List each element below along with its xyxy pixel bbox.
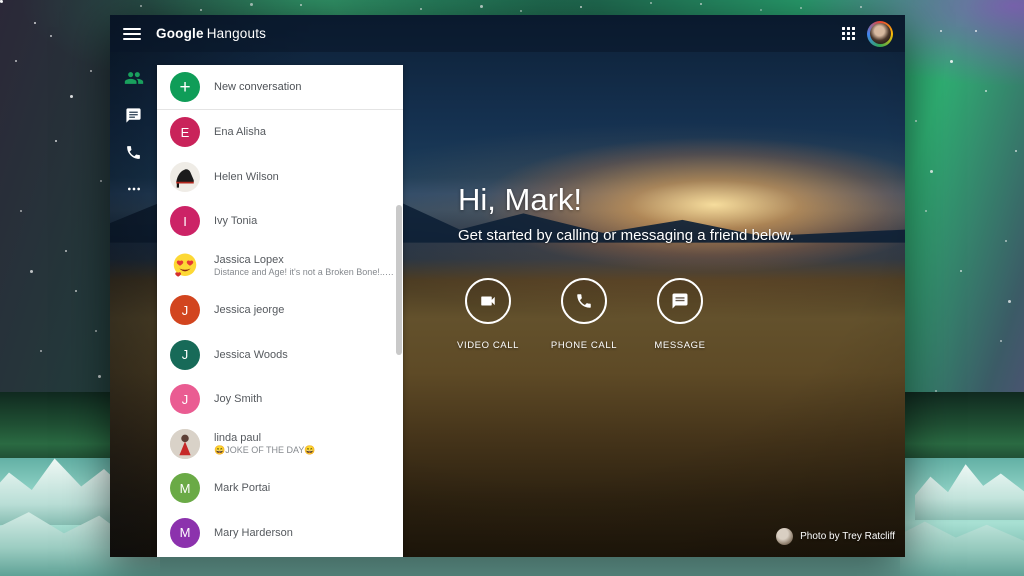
message-label: MESSAGE xyxy=(654,340,705,351)
avatar-initial: I xyxy=(183,214,187,229)
stars xyxy=(0,0,3,3)
avatar: J xyxy=(170,384,200,414)
conversation-item[interactable]: E Ena Alisha xyxy=(157,110,403,155)
app-title-brand: Google xyxy=(156,26,204,41)
new-conversation-label: New conversation xyxy=(214,81,301,93)
high-heel-shoe-icon xyxy=(170,162,200,192)
conversation-list-panel: + New conversation E Ena Alisha Helen Wi… xyxy=(157,65,403,557)
avatar xyxy=(170,162,200,192)
contact-name: Jessica Woods xyxy=(214,349,288,361)
avatar-photo xyxy=(870,23,891,44)
new-conversation-button[interactable]: + New conversation xyxy=(157,65,403,110)
contact-name: Jessica jeorge xyxy=(214,304,284,316)
hangouts-window: GoogleHangouts + New con xyxy=(110,15,905,557)
hamburger-menu-icon[interactable] xyxy=(123,28,141,40)
phone-icon[interactable] xyxy=(122,140,146,164)
greeting-subtitle: Get started by calling or messaging a fr… xyxy=(458,227,794,244)
video-call-label: VIDEO CALL xyxy=(457,340,519,351)
conversation-item[interactable]: M Mark Portai xyxy=(157,466,403,511)
conversation-item[interactable]: J Joy Smith xyxy=(157,377,403,422)
contact-name: Ivy Tonia xyxy=(214,215,257,227)
contact-name: Jassica Lopex xyxy=(214,254,403,266)
avatar: M xyxy=(170,518,200,548)
avatar-initial: M xyxy=(180,481,191,496)
contact-name: Mark Portai xyxy=(214,482,270,494)
avatar-initial: J xyxy=(182,303,189,318)
avatar-initial: M xyxy=(180,525,191,540)
avatar: J xyxy=(170,340,200,370)
avatar-initial: J xyxy=(182,347,189,362)
avatar: E xyxy=(170,117,200,147)
contact-snippet: Distance and Age! it's not a Broken Bone… xyxy=(214,267,403,278)
avatar: J xyxy=(170,295,200,325)
phone-call-icon xyxy=(575,292,593,310)
app-title-product: Hangouts xyxy=(207,26,266,41)
contact-name: Joy Smith xyxy=(214,393,262,405)
chat-icon[interactable] xyxy=(122,103,146,127)
quick-actions: VIDEO CALL PHONE CALL MESSAGE xyxy=(458,278,710,351)
contact-name: Mary Harderson xyxy=(214,527,293,539)
phone-call-button[interactable]: PHONE CALL xyxy=(554,278,614,351)
conversation-item[interactable]: I Ivy Tonia xyxy=(157,199,403,244)
video-call-button[interactable]: VIDEO CALL xyxy=(458,278,518,351)
top-app-bar: GoogleHangouts xyxy=(110,15,905,52)
video-call-icon xyxy=(479,292,497,310)
contact-name: Ena Alisha xyxy=(214,126,266,138)
woman-in-red-photo xyxy=(170,429,200,459)
desktop-background: GoogleHangouts + New con xyxy=(0,0,1024,576)
contact-name: Helen Wilson xyxy=(214,171,279,183)
conversation-item[interactable]: M Mary Harderson xyxy=(157,511,403,556)
conversation-item[interactable]: Jassica LopexDistance and Age! it's not … xyxy=(157,244,403,289)
conversation-item[interactable]: Helen Wilson xyxy=(157,155,403,200)
contact-snippet: 😄JOKE OF THE DAY😄 xyxy=(214,445,316,456)
message-button[interactable]: MESSAGE xyxy=(650,278,710,351)
conversation-item[interactable]: linda paul😄JOKE OF THE DAY😄 xyxy=(157,422,403,467)
google-apps-icon[interactable] xyxy=(842,27,855,40)
more-options-icon[interactable] xyxy=(122,177,146,201)
account-avatar[interactable] xyxy=(867,21,893,47)
photographer-avatar xyxy=(776,528,793,545)
welcome-area: Hi, Mark! Get started by calling or mess… xyxy=(403,52,905,557)
avatar: M xyxy=(170,473,200,503)
photo-credit: Photo by Trey Ratcliff xyxy=(776,528,895,545)
scrollbar[interactable] xyxy=(396,205,402,355)
avatar xyxy=(170,429,200,459)
phone-call-label: PHONE CALL xyxy=(551,340,617,351)
message-icon xyxy=(671,292,689,310)
avatar xyxy=(170,251,200,281)
left-navigation-rail xyxy=(110,52,157,557)
app-title: GoogleHangouts xyxy=(156,26,266,41)
conversation-item[interactable]: J Jessica Woods xyxy=(157,333,403,378)
avatar-initial: E xyxy=(181,125,190,140)
avatar: I xyxy=(170,206,200,236)
contacts-icon[interactable] xyxy=(122,66,146,90)
photo-credit-text: Photo by Trey Ratcliff xyxy=(800,531,895,542)
avatar-initial: J xyxy=(182,392,189,407)
plus-icon: + xyxy=(170,72,200,102)
greeting-text: Hi, Mark! xyxy=(458,182,582,218)
contact-name: linda paul xyxy=(214,432,316,444)
heart-eyes-emoji-icon xyxy=(170,251,200,281)
conversation-item[interactable]: J Jessica jeorge xyxy=(157,288,403,333)
